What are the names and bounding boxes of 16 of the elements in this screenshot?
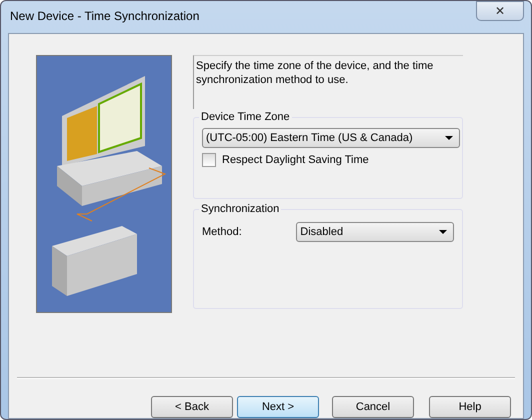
caret-icon bbox=[439, 230, 447, 234]
method-label: Method: bbox=[202, 226, 243, 238]
window-title: New Device - Time Synchronization bbox=[9, 8, 200, 23]
time-zone-dropdown[interactable]: (UTC-05:00) Eastern Time (US & Canada) bbox=[202, 128, 460, 148]
dialog-button[interactable]: < Back bbox=[151, 396, 233, 418]
close-button[interactable]: ✕ bbox=[476, 1, 524, 21]
dialog-button[interactable]: Cancel bbox=[332, 396, 414, 418]
checkbox[interactable] bbox=[202, 153, 216, 167]
group-title: Device Time Zone bbox=[199, 111, 292, 123]
caret-icon bbox=[445, 136, 453, 140]
method-dropdown[interactable]: Disabled bbox=[296, 222, 454, 242]
dialog-button[interactable]: Next > bbox=[237, 396, 319, 418]
description-text: Specify the time zone of the device, and the time synchronization method to use. bbox=[193, 55, 463, 109]
group-title: Synchronization bbox=[199, 203, 282, 215]
dialog-button[interactable]: Help bbox=[429, 396, 511, 418]
checkbox-label: Respect Daylight Saving Time bbox=[222, 154, 369, 166]
